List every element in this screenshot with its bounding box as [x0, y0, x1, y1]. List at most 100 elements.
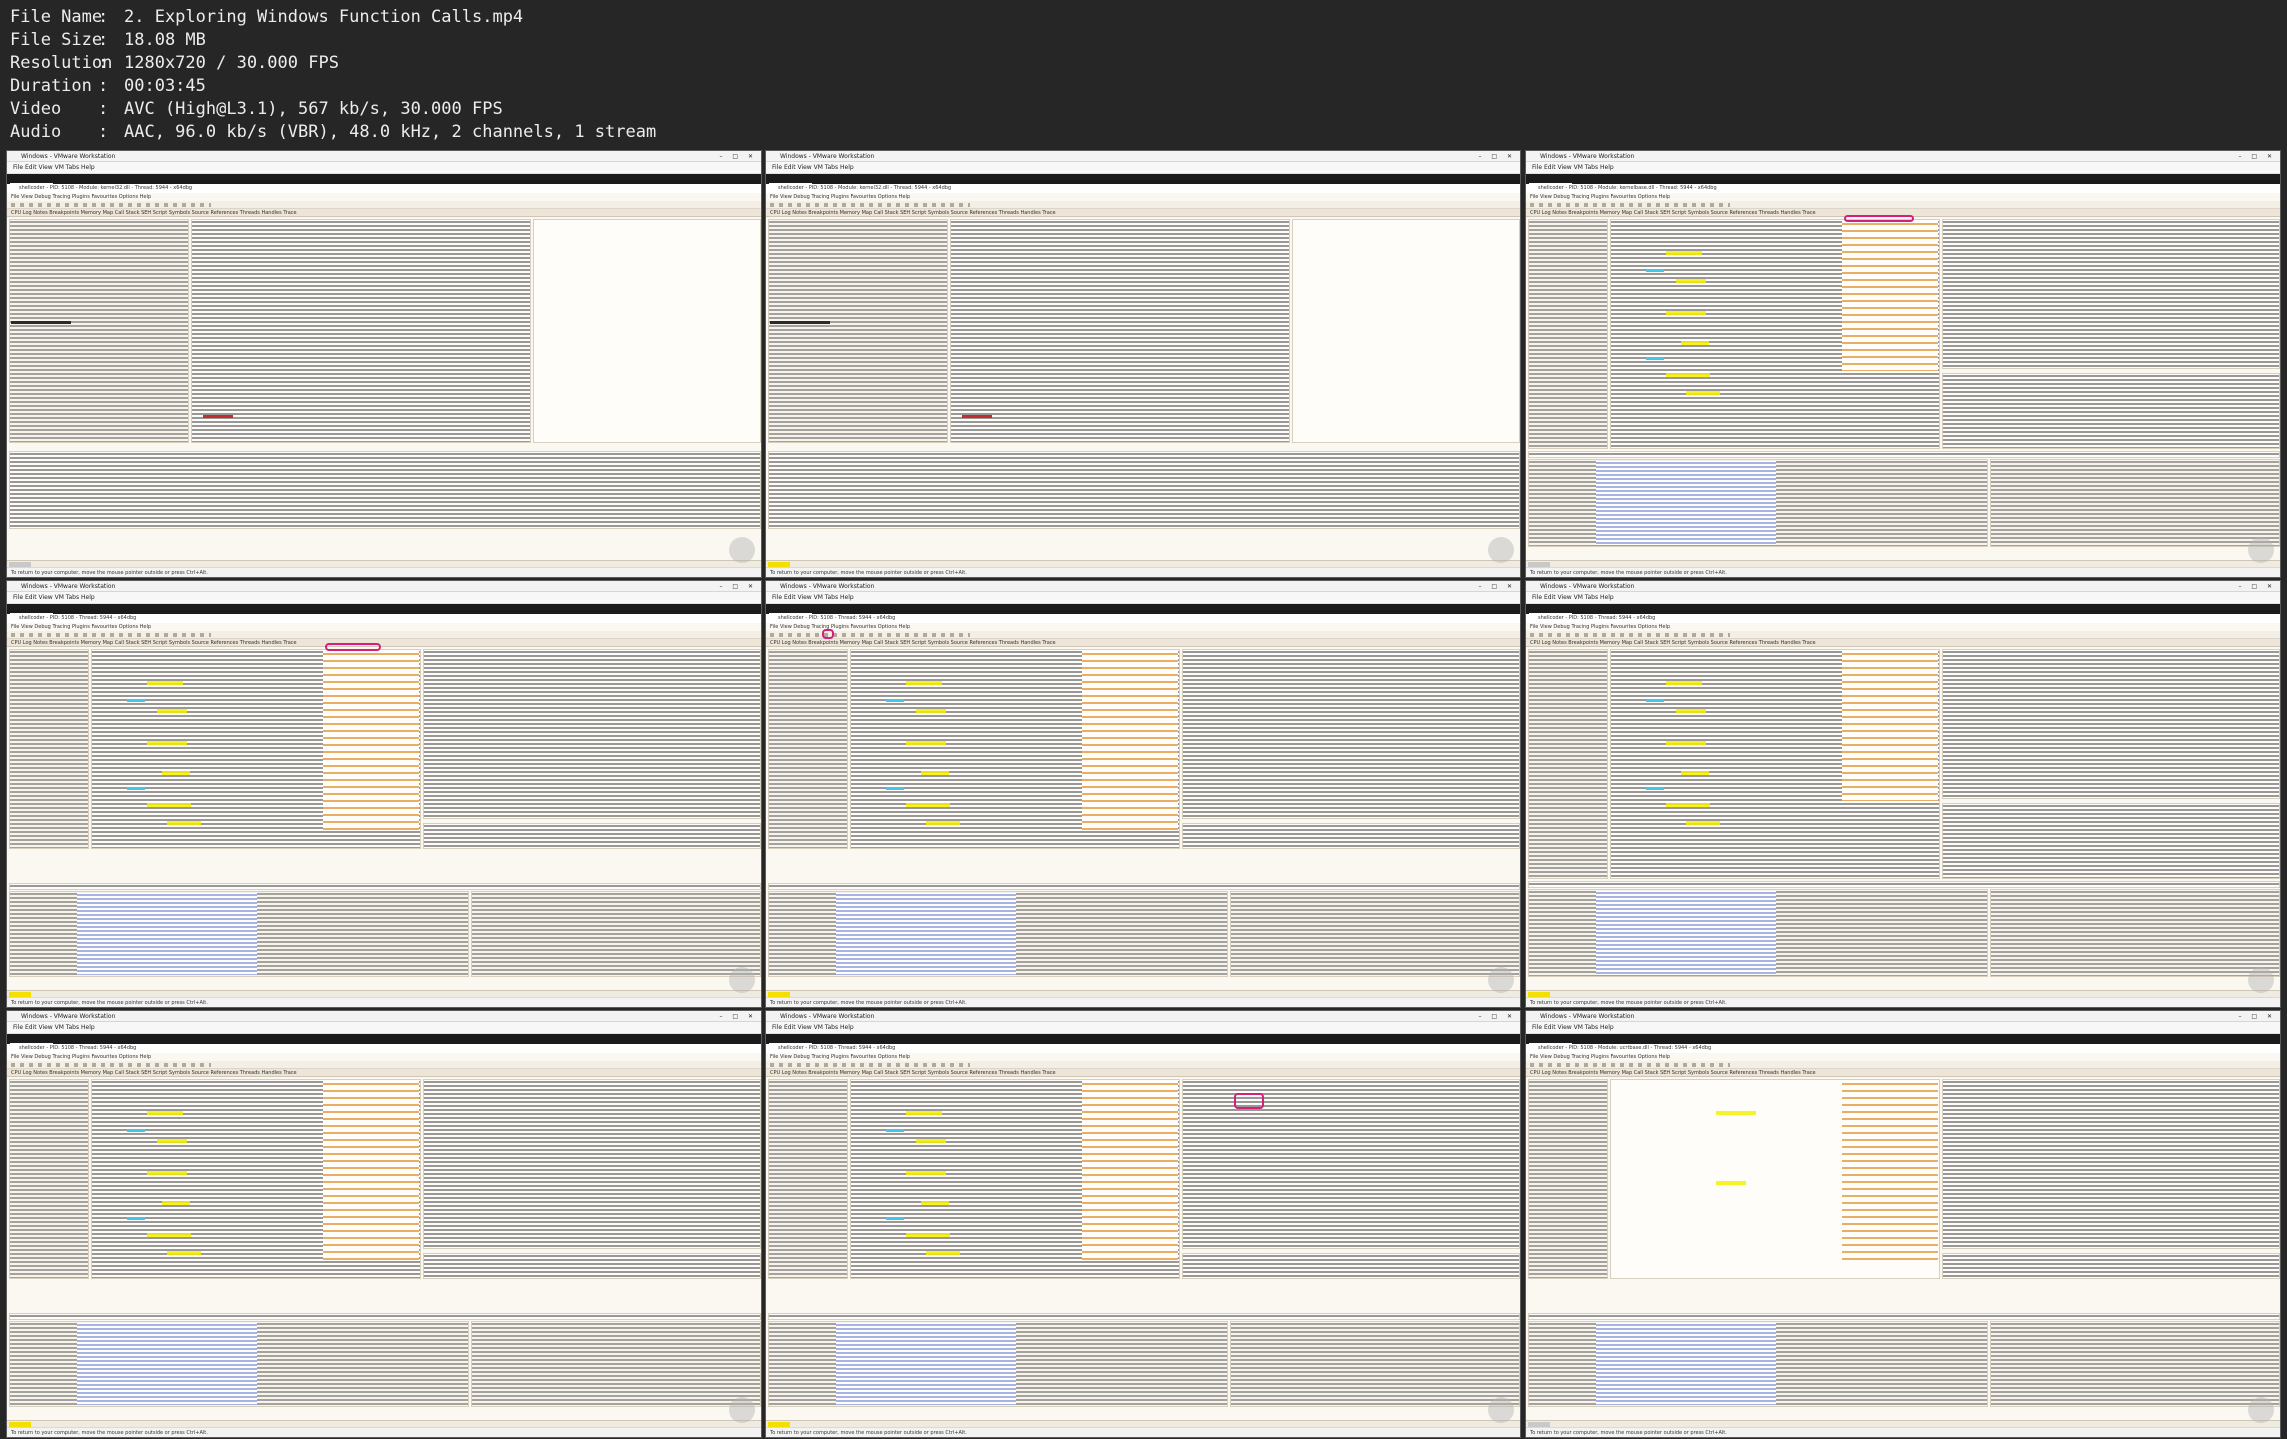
module-list[interactable] — [768, 219, 948, 443]
highlighted-instruction[interactable] — [926, 1251, 960, 1255]
highlighted-instruction[interactable] — [906, 1233, 950, 1237]
highlighted-instruction[interactable] — [1666, 681, 1702, 685]
highlighted-instruction[interactable] — [926, 821, 960, 825]
vmware-menubar[interactable]: File Edit View VM Tabs Help — [766, 592, 1520, 604]
highlighted-instruction[interactable] — [906, 803, 950, 807]
call-highlight[interactable] — [1646, 357, 1664, 360]
selected-symbol-row[interactable] — [203, 415, 233, 418]
debugger-menubar[interactable]: File View Debug Tracing Plugins Favourit… — [766, 193, 1520, 201]
call-highlight[interactable] — [1646, 269, 1664, 272]
highlighted-instruction[interactable] — [157, 709, 187, 713]
highlighted-instruction[interactable] — [1666, 251, 1702, 255]
call-highlight[interactable] — [886, 787, 904, 790]
window-controls[interactable]: – □ ✕ — [719, 1011, 757, 1022]
debugger-tabs[interactable]: CPU Log Notes Breakpoints Memory Map Cal… — [766, 639, 1520, 647]
highlighted-instruction[interactable] — [162, 771, 190, 775]
highlighted-instruction[interactable] — [1686, 821, 1720, 825]
call-highlight[interactable] — [1646, 699, 1664, 702]
debugger-menubar[interactable]: File View Debug Tracing Plugins Favourit… — [766, 1053, 1520, 1061]
vmware-menubar[interactable]: File Edit View VM Tabs Help — [1526, 1022, 2280, 1034]
highlighted-instruction[interactable] — [147, 1233, 191, 1237]
vmware-menubar[interactable]: File Edit View VM Tabs Help — [7, 1022, 761, 1034]
debugger-toolbar[interactable] — [1526, 631, 2280, 639]
debugger-toolbar[interactable] — [766, 631, 1520, 639]
highlighted-instruction[interactable] — [916, 1139, 946, 1143]
debugger-tabs[interactable]: CPU Log Notes Breakpoints Memory Map Cal… — [7, 209, 761, 217]
debugger-tabs[interactable]: CPU Log Notes Breakpoints Memory Map Cal… — [1526, 1069, 2280, 1077]
highlighted-instruction[interactable] — [906, 681, 942, 685]
highlighted-instruction[interactable] — [1716, 1181, 1746, 1185]
window-controls[interactable]: – □ ✕ — [2238, 151, 2276, 162]
window-controls[interactable]: – □ ✕ — [2238, 581, 2276, 592]
vmware-menubar[interactable]: File Edit View VM Tabs Help — [7, 592, 761, 604]
debugger-menubar[interactable]: File View Debug Tracing Plugins Favourit… — [1526, 1053, 2280, 1061]
highlighted-instruction[interactable] — [921, 771, 949, 775]
highlighted-instruction[interactable] — [916, 709, 946, 713]
highlighted-instruction[interactable] — [1676, 709, 1706, 713]
call-highlight[interactable] — [886, 699, 904, 702]
highlighted-instruction[interactable] — [167, 821, 201, 825]
call-highlight[interactable] — [886, 1129, 904, 1132]
highlighted-instruction[interactable] — [906, 741, 946, 745]
highlighted-instruction[interactable] — [1681, 771, 1709, 775]
call-highlight[interactable] — [886, 1217, 904, 1220]
highlighted-instruction[interactable] — [1716, 1111, 1756, 1115]
highlighted-instruction[interactable] — [147, 803, 191, 807]
vmware-menubar[interactable]: File Edit View VM Tabs Help — [766, 162, 1520, 174]
highlighted-instruction[interactable] — [1676, 279, 1706, 283]
call-highlight[interactable] — [1646, 787, 1664, 790]
call-highlight[interactable] — [127, 699, 145, 702]
debugger-tabs[interactable]: CPU Log Notes Breakpoints Memory Map Cal… — [766, 1069, 1520, 1077]
highlighted-instruction[interactable] — [1686, 391, 1720, 395]
debugger-toolbar[interactable] — [1526, 1061, 2280, 1069]
call-highlight[interactable] — [127, 1129, 145, 1132]
call-highlight[interactable] — [127, 787, 145, 790]
vmware-menubar[interactable]: File Edit View VM Tabs Help — [766, 1022, 1520, 1034]
window-controls[interactable]: – □ ✕ — [1478, 581, 1516, 592]
window-controls[interactable]: – □ ✕ — [1478, 1011, 1516, 1022]
debugger-toolbar[interactable] — [1526, 201, 2280, 209]
highlighted-instruction[interactable] — [157, 1139, 187, 1143]
selected-symbol-row[interactable] — [962, 415, 992, 418]
window-controls[interactable]: – □ ✕ — [2238, 1011, 2276, 1022]
window-controls[interactable]: – □ ✕ — [1478, 151, 1516, 162]
call-highlight[interactable] — [127, 1217, 145, 1220]
debugger-tabs[interactable]: CPU Log Notes Breakpoints Memory Map Cal… — [7, 639, 761, 647]
highlighted-instruction[interactable] — [1666, 803, 1710, 807]
highlighted-instruction[interactable] — [1666, 741, 1706, 745]
debugger-menubar[interactable]: File View Debug Tracing Plugins Favourit… — [7, 193, 761, 201]
highlighted-instruction[interactable] — [147, 681, 183, 685]
vmware-menubar[interactable]: File Edit View VM Tabs Help — [1526, 592, 2280, 604]
module-list[interactable] — [9, 219, 189, 443]
highlighted-instruction[interactable] — [1666, 311, 1706, 315]
debugger-menubar[interactable]: File View Debug Tracing Plugins Favourit… — [7, 623, 761, 631]
highlighted-instruction[interactable] — [1666, 373, 1710, 377]
debugger-toolbar[interactable] — [7, 1061, 761, 1069]
vmware-menubar[interactable]: File Edit View VM Tabs Help — [1526, 162, 2280, 174]
symbol-list[interactable] — [950, 219, 1290, 443]
highlighted-instruction[interactable] — [921, 1201, 949, 1205]
selected-module-row[interactable] — [770, 321, 830, 324]
debugger-toolbar[interactable] — [766, 1061, 1520, 1069]
vmware-menubar[interactable]: File Edit View VM Tabs Help — [7, 162, 761, 174]
debugger-tabs[interactable]: CPU Log Notes Breakpoints Memory Map Cal… — [7, 1069, 761, 1077]
debugger-toolbar[interactable] — [766, 201, 1520, 209]
debugger-tabs[interactable]: CPU Log Notes Breakpoints Memory Map Cal… — [766, 209, 1520, 217]
highlighted-instruction[interactable] — [147, 741, 187, 745]
symbol-list[interactable] — [191, 219, 531, 443]
debugger-menubar[interactable]: File View Debug Tracing Plugins Favourit… — [1526, 623, 2280, 631]
debugger-toolbar[interactable] — [7, 631, 761, 639]
highlighted-instruction[interactable] — [167, 1251, 201, 1255]
debugger-tabs[interactable]: CPU Log Notes Breakpoints Memory Map Cal… — [1526, 639, 2280, 647]
debugger-menubar[interactable]: File View Debug Tracing Plugins Favourit… — [766, 623, 1520, 631]
highlighted-instruction[interactable] — [147, 1111, 183, 1115]
highlighted-instruction[interactable] — [147, 1171, 187, 1175]
highlighted-instruction[interactable] — [1681, 341, 1709, 345]
window-controls[interactable]: – □ ✕ — [719, 581, 757, 592]
debugger-menubar[interactable]: File View Debug Tracing Plugins Favourit… — [1526, 193, 2280, 201]
highlighted-instruction[interactable] — [906, 1171, 946, 1175]
debugger-menubar[interactable]: File View Debug Tracing Plugins Favourit… — [7, 1053, 761, 1061]
debugger-toolbar[interactable] — [7, 201, 761, 209]
highlighted-instruction[interactable] — [906, 1111, 942, 1115]
window-controls[interactable]: – □ ✕ — [719, 151, 757, 162]
